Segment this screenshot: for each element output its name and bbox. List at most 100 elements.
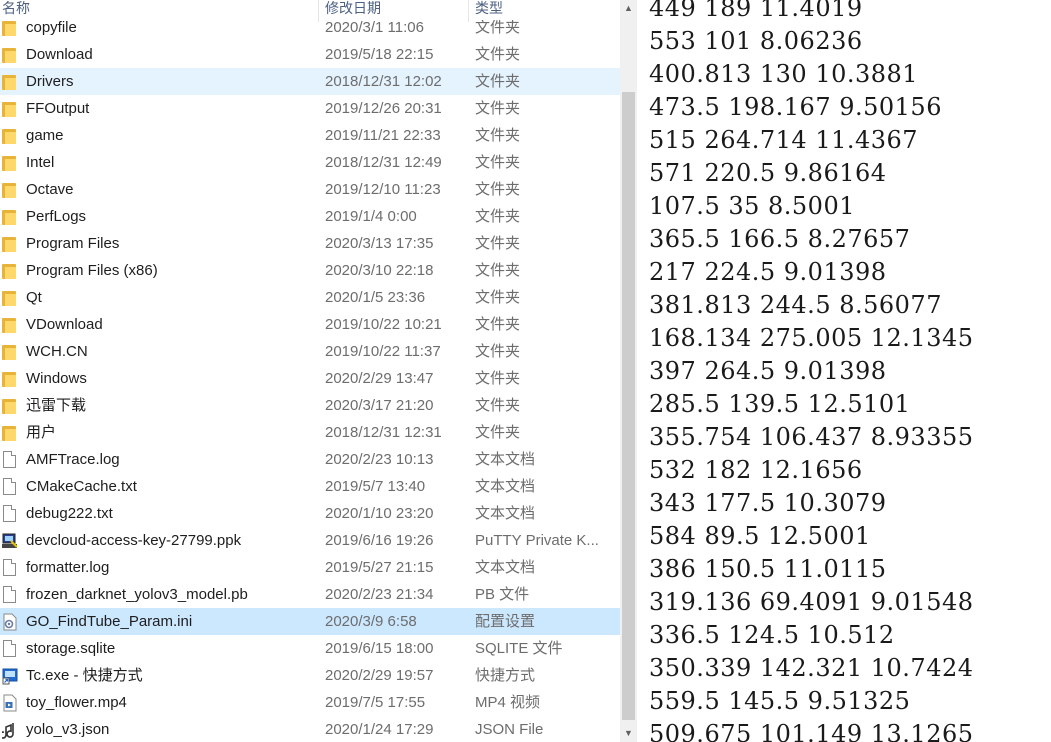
file-row[interactable]: 迅雷下载 2020/3/17 21:20 文件夹 xyxy=(0,392,620,419)
file-name: storage.sqlite xyxy=(26,640,116,657)
number-line: 509.675 101.149 13.1265 xyxy=(649,720,974,742)
number-line: 449 189 11.4019 xyxy=(649,0,863,22)
file-modified-date: 2020/3/13 17:35 xyxy=(325,235,434,252)
file-type: 文件夹 xyxy=(475,316,521,333)
file-modified-date: 2018/12/31 12:49 xyxy=(325,154,442,171)
column-name-header[interactable]: 名称 xyxy=(2,0,30,20)
file-type: 配置设置 xyxy=(475,613,536,630)
file-row[interactable]: devcloud-access-key-27799.ppk 2019/6/16 1… xyxy=(0,527,620,554)
file-name: formatter.log xyxy=(26,559,110,576)
file-modified-date: 2020/3/17 21:20 xyxy=(325,397,434,414)
file-row[interactable]: 用户 2018/12/31 12:31 文件夹 xyxy=(0,419,620,446)
file-row[interactable]: WCH.CN 2019/10/22 11:37 文件夹 xyxy=(0,338,620,365)
number-line: 319.136 69.4091 9.01548 xyxy=(649,588,974,616)
file-row[interactable]: toy_flower.mp4 2019/7/5 17:55 MP4 视频 xyxy=(0,689,620,716)
file-row[interactable]: formatter.log 2019/5/27 21:15 文本文档 xyxy=(0,554,620,581)
file-name: Download xyxy=(26,46,93,63)
file-explorer: copyfile 2020/3/1 11:06 文件夹 Download 2019/5/… xyxy=(0,0,620,742)
file-modified-date: 2019/7/5 17:55 xyxy=(325,694,426,711)
file-row[interactable]: AMFTrace.log 2020/2/23 10:13 文本文档 xyxy=(0,446,620,473)
file-type: 文件夹 xyxy=(475,424,521,441)
file-row[interactable]: debug222.txt 2020/1/10 23:20 文本文档 xyxy=(0,500,620,527)
file-type: 文件夹 xyxy=(475,181,521,198)
file-name: CMakeCache.txt xyxy=(26,478,137,495)
file-row[interactable]: FFOutput 2019/12/26 20:31 文件夹 xyxy=(0,95,620,122)
file-modified-date: 2020/2/23 21:34 xyxy=(325,586,434,603)
file-row[interactable]: frozen_darknet_yolov3_model.pb 2020/2/23 … xyxy=(0,581,620,608)
file-type: MP4 视频 xyxy=(475,694,541,711)
file-name: devcloud-access-key-27799.ppk xyxy=(26,532,242,549)
file-modified-date: 2019/5/7 13:40 xyxy=(325,478,426,495)
number-line: 553 101 8.06236 xyxy=(649,27,863,55)
file-row[interactable]: Download 2019/5/18 22:15 文件夹 xyxy=(0,41,620,68)
file-modified-date: 2020/1/24 17:29 xyxy=(325,721,434,738)
file-row[interactable]: Windows 2020/2/29 13:47 文件夹 xyxy=(0,365,620,392)
file-type: 文件夹 xyxy=(475,343,521,360)
file-type: 文件夹 xyxy=(475,262,521,279)
file-type: 文件夹 xyxy=(475,46,521,63)
file-type: 文本文档 xyxy=(475,505,536,522)
file-row[interactable]: game 2019/11/21 22:33 文件夹 xyxy=(0,122,620,149)
file-modified-date: 2019/6/15 18:00 xyxy=(325,640,434,657)
file-type: 文件夹 xyxy=(475,289,521,306)
file-name: GO_FindTube_Param.ini xyxy=(26,613,193,630)
file-row[interactable]: Octave 2019/12/10 11:23 文件夹 xyxy=(0,176,620,203)
file-row[interactable]: CMakeCache.txt 2019/5/7 13:40 文本文档 xyxy=(0,473,620,500)
text-output-pane: 449 189 11.4019 553 101 8.06236 400.813 13… xyxy=(637,0,1051,742)
file-row[interactable]: storage.sqlite 2019/6/15 18:00 SQLITE 文件 xyxy=(0,635,620,662)
file-modified-date: 2018/12/31 12:31 xyxy=(325,424,442,441)
file-type: 文件夹 xyxy=(475,154,521,171)
number-line: 343 177.5 10.3079 xyxy=(649,489,887,517)
file-name: game xyxy=(26,127,64,144)
file-modified-date: 2019/6/16 19:26 xyxy=(325,532,434,549)
column-divider[interactable] xyxy=(318,0,319,22)
number-line: 584 89.5 12.5001 xyxy=(649,522,871,550)
scroll-thumb[interactable] xyxy=(622,92,635,720)
number-line: 350.339 142.321 10.7424 xyxy=(649,654,974,682)
file-row[interactable]: Tc.exe - 快捷方式 2020/2/29 19:57 快捷方式 xyxy=(0,662,620,689)
file-type: JSON File xyxy=(475,721,544,738)
file-modified-date: 2019/5/27 21:15 xyxy=(325,559,434,576)
file-row[interactable]: Program Files (x86) 2020/3/10 22:18 文件夹 xyxy=(0,257,620,284)
vertical-scrollbar[interactable]: ▲ ▼ xyxy=(620,0,637,742)
file-name: Intel xyxy=(26,154,55,171)
column-divider[interactable] xyxy=(468,0,469,22)
file-type: 文件夹 xyxy=(475,100,521,117)
file-modified-date: 2019/12/10 11:23 xyxy=(325,181,441,198)
column-date-header[interactable]: 修改日期 xyxy=(325,0,381,20)
scroll-down-icon[interactable]: ▼ xyxy=(620,725,637,742)
file-name: Program Files (x86) xyxy=(26,262,158,279)
number-line: 381.813 244.5 8.56077 xyxy=(649,291,942,319)
file-row[interactable]: Drivers 2018/12/31 12:02 文件夹 xyxy=(0,68,620,95)
number-list: 449 189 11.4019 553 101 8.06236 400.813 13… xyxy=(649,0,974,742)
file-name: Qt xyxy=(26,289,42,306)
number-line: 107.5 35 8.5001 xyxy=(649,192,855,220)
file-type: 文件夹 xyxy=(475,208,521,225)
column-type-header[interactable]: 类型 xyxy=(475,0,503,20)
file-row[interactable]: Intel 2018/12/31 12:49 文件夹 xyxy=(0,149,620,176)
file-name: Octave xyxy=(26,181,74,198)
number-line: 559.5 145.5 9.51325 xyxy=(649,687,911,715)
file-modified-date: 2020/3/10 22:18 xyxy=(325,262,434,279)
file-modified-date: 2020/2/23 10:13 xyxy=(325,451,434,468)
file-name: yolo_v3.json xyxy=(26,721,110,738)
file-modified-date: 2020/1/10 23:20 xyxy=(325,505,434,522)
file-modified-date: 2020/2/29 13:47 xyxy=(325,370,434,387)
file-type: PB 文件 xyxy=(475,586,530,603)
scroll-up-icon[interactable]: ▲ xyxy=(620,0,637,17)
file-name: VDownload xyxy=(26,316,103,333)
file-row[interactable]: Qt 2020/1/5 23:36 文件夹 xyxy=(0,284,620,311)
file-name: WCH.CN xyxy=(26,343,88,360)
file-row[interactable]: VDownload 2019/10/22 10:21 文件夹 xyxy=(0,311,620,338)
file-name: PerfLogs xyxy=(26,208,87,225)
file-list: copyfile 2020/3/1 11:06 文件夹 Download 2019/5/… xyxy=(0,14,620,742)
number-line: 285.5 139.5 12.5101 xyxy=(649,390,911,418)
file-row[interactable]: PerfLogs 2019/1/4 0:00 文件夹 xyxy=(0,203,620,230)
file-row[interactable]: yolo_v3.json 2020/1/24 17:29 JSON File xyxy=(0,716,620,742)
file-modified-date: 2020/3/9 6:58 xyxy=(325,613,417,630)
file-type: PuTTY Private K... xyxy=(475,532,599,549)
file-row[interactable]: GO_FindTube_Param.ini 2020/3/9 6:58 配置设置 xyxy=(0,608,620,635)
file-type: 文本文档 xyxy=(475,451,536,468)
file-type: 快捷方式 xyxy=(475,667,536,684)
file-row[interactable]: Program Files 2020/3/13 17:35 文件夹 xyxy=(0,230,620,257)
